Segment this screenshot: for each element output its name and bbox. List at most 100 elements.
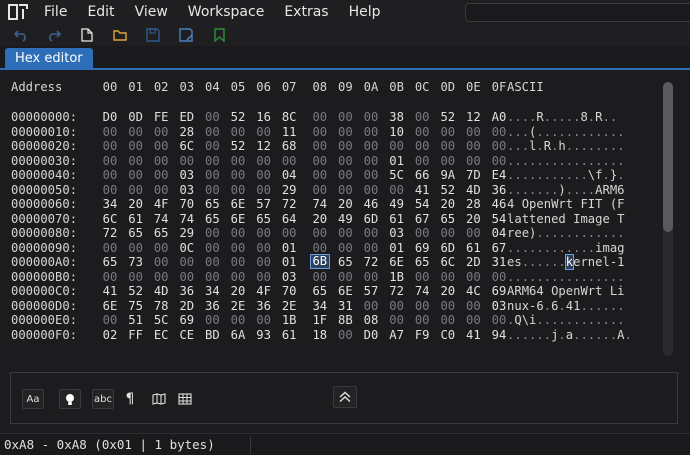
hex-byte-cell[interactable]: 65 bbox=[254, 212, 274, 226]
map-icon[interactable] bbox=[148, 389, 170, 409]
lightbulb-icon[interactable] bbox=[59, 389, 81, 409]
hex-byte-cell[interactable]: 00 bbox=[412, 299, 432, 313]
vertical-scrollbar-thumb[interactable] bbox=[663, 82, 673, 232]
hex-byte-cell[interactable]: 00 bbox=[387, 183, 407, 197]
hex-byte-cell[interactable]: 00 bbox=[126, 270, 146, 284]
ascii-cell[interactable]: ......j.a......A. bbox=[507, 328, 632, 342]
hex-byte-cell[interactable]: 69 bbox=[489, 284, 509, 298]
hex-byte-cell[interactable]: 00 bbox=[202, 139, 222, 153]
menu-workspace[interactable]: Workspace bbox=[188, 0, 265, 24]
hex-byte-cell[interactable]: 6E bbox=[387, 255, 407, 269]
hex-byte-cell[interactable]: 00 bbox=[489, 154, 509, 168]
hex-byte-cell[interactable]: 49 bbox=[335, 212, 355, 226]
hex-byte-cell[interactable]: 00 bbox=[387, 313, 407, 327]
hex-byte-cell[interactable]: 20 bbox=[463, 212, 483, 226]
pilcrow-icon[interactable]: ¶ bbox=[119, 389, 141, 409]
hex-byte-cell[interactable]: 00 bbox=[438, 226, 458, 240]
hex-byte-cell[interactable]: 00 bbox=[361, 241, 381, 255]
hex-byte-cell[interactable]: 38 bbox=[387, 110, 407, 124]
hex-byte-cell[interactable]: D0 bbox=[100, 110, 120, 124]
hex-byte-cell[interactable]: 67 bbox=[489, 241, 509, 255]
hex-byte-cell[interactable]: 61 bbox=[387, 212, 407, 226]
hex-byte-cell[interactable]: 00 bbox=[438, 313, 458, 327]
hex-byte-cell[interactable]: 03 bbox=[489, 299, 509, 313]
hex-byte-cell[interactable]: 54 bbox=[412, 197, 432, 211]
hex-byte-cell[interactable]: 1F bbox=[310, 313, 330, 327]
hex-byte-cell[interactable]: 00 bbox=[412, 226, 432, 240]
hex-byte-cell[interactable]: 66 bbox=[412, 168, 432, 182]
hex-byte-cell[interactable]: 6C bbox=[177, 139, 197, 153]
hex-byte-cell[interactable]: 00 bbox=[202, 226, 222, 240]
hex-byte-cell[interactable]: 00 bbox=[228, 125, 248, 139]
hex-byte-cell[interactable]: 4F bbox=[151, 197, 171, 211]
hex-byte-cell[interactable]: 00 bbox=[254, 226, 274, 240]
hex-byte-cell[interactable]: 00 bbox=[202, 255, 222, 269]
hex-byte-cell[interactable]: 65 bbox=[438, 212, 458, 226]
hex-byte-cell[interactable]: 00 bbox=[310, 241, 330, 255]
hex-byte-cell[interactable]: 28 bbox=[463, 197, 483, 211]
hex-byte-cell[interactable]: C0 bbox=[438, 328, 458, 342]
hex-byte-cell[interactable]: 00 bbox=[202, 154, 222, 168]
menu-extras[interactable]: Extras bbox=[284, 0, 328, 24]
menu-file[interactable]: File bbox=[44, 0, 67, 24]
hex-byte-cell[interactable]: 00 bbox=[100, 313, 120, 327]
hex-byte-cell[interactable]: 36 bbox=[254, 299, 274, 313]
hex-byte-cell[interactable]: 72 bbox=[279, 197, 299, 211]
hex-byte-cell[interactable]: 20 bbox=[228, 284, 248, 298]
hex-byte-cell[interactable]: 6C bbox=[100, 212, 120, 226]
hex-byte-cell[interactable]: 65 bbox=[310, 284, 330, 298]
hex-byte-cell[interactable]: 00 bbox=[100, 183, 120, 197]
save-icon[interactable] bbox=[142, 25, 164, 45]
hex-byte-cell[interactable]: 68 bbox=[279, 139, 299, 153]
hex-byte-cell[interactable]: 9A bbox=[438, 168, 458, 182]
hex-byte-cell[interactable]: 00 bbox=[335, 241, 355, 255]
hex-byte-cell[interactable]: 00 bbox=[100, 139, 120, 153]
hex-byte-cell[interactable]: 00 bbox=[361, 139, 381, 153]
ascii-cell[interactable]: ....R.....8.R.. bbox=[507, 110, 617, 124]
hex-byte-cell[interactable]: 00 bbox=[228, 154, 248, 168]
hex-byte-cell[interactable]: 16 bbox=[254, 110, 274, 124]
hex-byte-cell[interactable]: 00 bbox=[202, 183, 222, 197]
redo-icon[interactable] bbox=[43, 25, 65, 45]
hex-byte-cell[interactable]: 4D bbox=[151, 284, 171, 298]
hex-byte-cell[interactable]: 00 bbox=[438, 154, 458, 168]
hex-byte-cell[interactable]: 61 bbox=[126, 212, 146, 226]
hex-byte-cell[interactable]: 73 bbox=[126, 255, 146, 269]
hex-byte-cell[interactable]: 70 bbox=[279, 284, 299, 298]
hex-byte-cell[interactable]: 00 bbox=[463, 154, 483, 168]
hex-byte-cell[interactable]: 00 bbox=[228, 270, 248, 284]
hex-byte-cell[interactable]: 00 bbox=[254, 125, 274, 139]
font-size-toggle[interactable]: Aa bbox=[22, 389, 44, 409]
hex-byte-cell[interactable]: 46 bbox=[361, 197, 381, 211]
hex-byte-cell[interactable]: 00 bbox=[228, 168, 248, 182]
hex-byte-cell[interactable]: ED bbox=[177, 110, 197, 124]
hex-byte-cell[interactable]: 08 bbox=[361, 313, 381, 327]
hex-byte-cell[interactable]: 65 bbox=[151, 226, 171, 240]
hex-byte-cell[interactable]: 00 bbox=[100, 125, 120, 139]
hex-byte-cell[interactable]: 65 bbox=[100, 255, 120, 269]
hex-byte-cell[interactable]: 11 bbox=[279, 125, 299, 139]
save-as-icon[interactable] bbox=[175, 25, 197, 45]
hex-byte-cell[interactable]: 00 bbox=[254, 270, 274, 284]
hex-byte-cell[interactable]: FF bbox=[126, 328, 146, 342]
hex-byte-cell[interactable]: 10 bbox=[387, 125, 407, 139]
ascii-cell[interactable]: ...........\f.}. bbox=[507, 168, 625, 182]
hex-byte-cell[interactable]: 41 bbox=[412, 183, 432, 197]
hex-byte-cell[interactable]: 41 bbox=[100, 284, 120, 298]
hex-byte-cell[interactable]: 00 bbox=[412, 139, 432, 153]
hex-byte-cell[interactable]: 00 bbox=[310, 154, 330, 168]
hex-byte-cell[interactable]: 52 bbox=[228, 110, 248, 124]
hex-byte-cell[interactable]: 00 bbox=[254, 154, 274, 168]
hex-byte-cell[interactable]: 00 bbox=[463, 313, 483, 327]
hex-byte-cell[interactable]: 00 bbox=[335, 154, 355, 168]
ascii-cell[interactable]: nux-6.6.41...... bbox=[507, 299, 625, 313]
ascii-cell[interactable]: ARM64 OpenWrt Li bbox=[507, 284, 625, 298]
hex-byte-cell[interactable]: 00 bbox=[335, 168, 355, 182]
hex-byte-cell[interactable]: 00 bbox=[412, 313, 432, 327]
hex-byte-cell[interactable]: 00 bbox=[335, 110, 355, 124]
hex-byte-cell[interactable]: 03 bbox=[387, 226, 407, 240]
hex-byte-cell[interactable]: 00 bbox=[489, 313, 509, 327]
hex-byte-cell[interactable]: 00 bbox=[438, 125, 458, 139]
hex-byte-cell[interactable]: 4C bbox=[463, 284, 483, 298]
ascii-cell[interactable]: ree)............ bbox=[507, 226, 625, 240]
